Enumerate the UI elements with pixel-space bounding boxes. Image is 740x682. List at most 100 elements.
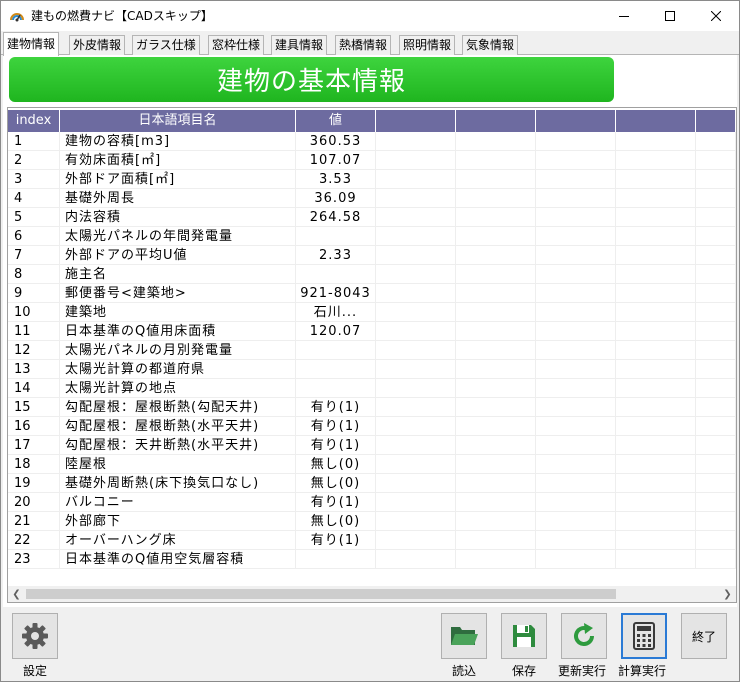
row-value-cell[interactable]: 無し(0) xyxy=(296,474,376,493)
table-row[interactable]: 10 建築地 石川... xyxy=(8,303,736,322)
empty-cell[interactable] xyxy=(376,436,456,455)
column-header-empty[interactable] xyxy=(456,110,536,132)
row-index-cell[interactable]: 17 xyxy=(8,436,60,455)
empty-cell[interactable] xyxy=(536,550,616,569)
empty-cell[interactable] xyxy=(456,170,536,189)
row-value-cell[interactable]: 有り(1) xyxy=(296,531,376,550)
empty-cell[interactable] xyxy=(456,208,536,227)
refresh-button[interactable] xyxy=(561,613,607,659)
row-index-cell[interactable]: 19 xyxy=(8,474,60,493)
row-index-cell[interactable]: 12 xyxy=(8,341,60,360)
empty-cell[interactable] xyxy=(616,284,696,303)
row-value-cell[interactable] xyxy=(296,227,376,246)
empty-cell[interactable] xyxy=(696,550,736,569)
empty-cell[interactable] xyxy=(456,246,536,265)
empty-cell[interactable] xyxy=(696,170,736,189)
row-item-name-cell[interactable]: 基礎外周長 xyxy=(60,189,296,208)
table-row[interactable]: 5 内法容積 264.58 xyxy=(8,208,736,227)
row-index-cell[interactable]: 9 xyxy=(8,284,60,303)
empty-cell[interactable] xyxy=(696,341,736,360)
table-row[interactable]: 7 外部ドアの平均U値 2.33 xyxy=(8,246,736,265)
row-item-name-cell[interactable]: 建築地 xyxy=(60,303,296,322)
row-item-name-cell[interactable]: 外部廊下 xyxy=(60,512,296,531)
row-value-cell[interactable]: 3.53 xyxy=(296,170,376,189)
row-value-cell[interactable] xyxy=(296,360,376,379)
table-row[interactable]: 23 日本基準のQ値用空気層容積 xyxy=(8,550,736,569)
table-row[interactable]: 4 基礎外周長 36.09 xyxy=(8,189,736,208)
empty-cell[interactable] xyxy=(536,417,616,436)
empty-cell[interactable] xyxy=(536,208,616,227)
exit-button[interactable]: 終了 xyxy=(681,613,727,659)
empty-cell[interactable] xyxy=(456,436,536,455)
tab-building-info[interactable]: 建物情報 xyxy=(3,32,60,56)
row-index-cell[interactable]: 6 xyxy=(8,227,60,246)
row-item-name-cell[interactable]: オーバーハング床 xyxy=(60,531,296,550)
empty-cell[interactable] xyxy=(376,474,456,493)
row-value-cell[interactable]: 有り(1) xyxy=(296,398,376,417)
empty-cell[interactable] xyxy=(696,531,736,550)
table-row[interactable]: 9 郵便番号<建築地> 921-8043 xyxy=(8,284,736,303)
empty-cell[interactable] xyxy=(536,398,616,417)
empty-cell[interactable] xyxy=(536,170,616,189)
empty-cell[interactable] xyxy=(456,322,536,341)
empty-cell[interactable] xyxy=(616,398,696,417)
scrollbar-thumb[interactable] xyxy=(26,589,616,599)
empty-cell[interactable] xyxy=(616,246,696,265)
empty-cell[interactable] xyxy=(696,303,736,322)
tab-glass-spec[interactable]: ガラス仕様 xyxy=(132,35,200,55)
column-header-empty[interactable] xyxy=(616,110,696,132)
empty-cell[interactable] xyxy=(456,417,536,436)
empty-cell[interactable] xyxy=(616,512,696,531)
column-header-empty[interactable] xyxy=(376,110,456,132)
row-value-cell[interactable]: 36.09 xyxy=(296,189,376,208)
row-value-cell[interactable]: 石川... xyxy=(296,303,376,322)
empty-cell[interactable] xyxy=(456,151,536,170)
empty-cell[interactable] xyxy=(536,303,616,322)
row-item-name-cell[interactable]: 外部ドアの平均U値 xyxy=(60,246,296,265)
row-item-name-cell[interactable]: 内法容積 xyxy=(60,208,296,227)
empty-cell[interactable] xyxy=(376,512,456,531)
row-index-cell[interactable]: 11 xyxy=(8,322,60,341)
empty-cell[interactable] xyxy=(376,379,456,398)
table-row[interactable]: 3 外部ドア面積[㎡] 3.53 xyxy=(8,170,736,189)
empty-cell[interactable] xyxy=(536,436,616,455)
tab-weather-info[interactable]: 気象情報 xyxy=(462,35,519,55)
table-row[interactable]: 13 太陽光計算の都道府県 xyxy=(8,360,736,379)
empty-cell[interactable] xyxy=(536,531,616,550)
empty-cell[interactable] xyxy=(696,227,736,246)
maximize-button[interactable] xyxy=(647,1,693,31)
empty-cell[interactable] xyxy=(376,398,456,417)
table-row[interactable]: 19 基礎外周断熱(床下換気口なし) 無し(0) xyxy=(8,474,736,493)
row-index-cell[interactable]: 18 xyxy=(8,455,60,474)
table-row[interactable]: 8 施主名 xyxy=(8,265,736,284)
close-button[interactable] xyxy=(693,1,739,31)
empty-cell[interactable] xyxy=(376,360,456,379)
empty-cell[interactable] xyxy=(456,341,536,360)
row-item-name-cell[interactable]: 建物の容積[m3] xyxy=(60,132,296,151)
table-row[interactable]: 11 日本基準のQ値用床面積 120.07 xyxy=(8,322,736,341)
empty-cell[interactable] xyxy=(616,189,696,208)
empty-cell[interactable] xyxy=(376,132,456,151)
scroll-left-arrow-icon[interactable]: ❮ xyxy=(8,586,25,602)
empty-cell[interactable] xyxy=(616,151,696,170)
empty-cell[interactable] xyxy=(376,284,456,303)
empty-cell[interactable] xyxy=(696,151,736,170)
empty-cell[interactable] xyxy=(616,531,696,550)
table-row[interactable]: 12 太陽光パネルの月別発電量 xyxy=(8,341,736,360)
empty-cell[interactable] xyxy=(376,227,456,246)
row-value-cell[interactable]: 有り(1) xyxy=(296,417,376,436)
empty-cell[interactable] xyxy=(376,493,456,512)
empty-cell[interactable] xyxy=(536,322,616,341)
empty-cell[interactable] xyxy=(696,189,736,208)
row-value-cell[interactable]: 107.07 xyxy=(296,151,376,170)
empty-cell[interactable] xyxy=(536,455,616,474)
row-value-cell[interactable] xyxy=(296,265,376,284)
row-index-cell[interactable]: 1 xyxy=(8,132,60,151)
empty-cell[interactable] xyxy=(456,227,536,246)
minimize-button[interactable] xyxy=(601,1,647,31)
row-item-name-cell[interactable]: 日本基準のQ値用空気層容積 xyxy=(60,550,296,569)
empty-cell[interactable] xyxy=(456,132,536,151)
empty-cell[interactable] xyxy=(536,284,616,303)
row-index-cell[interactable]: 13 xyxy=(8,360,60,379)
empty-cell[interactable] xyxy=(536,189,616,208)
